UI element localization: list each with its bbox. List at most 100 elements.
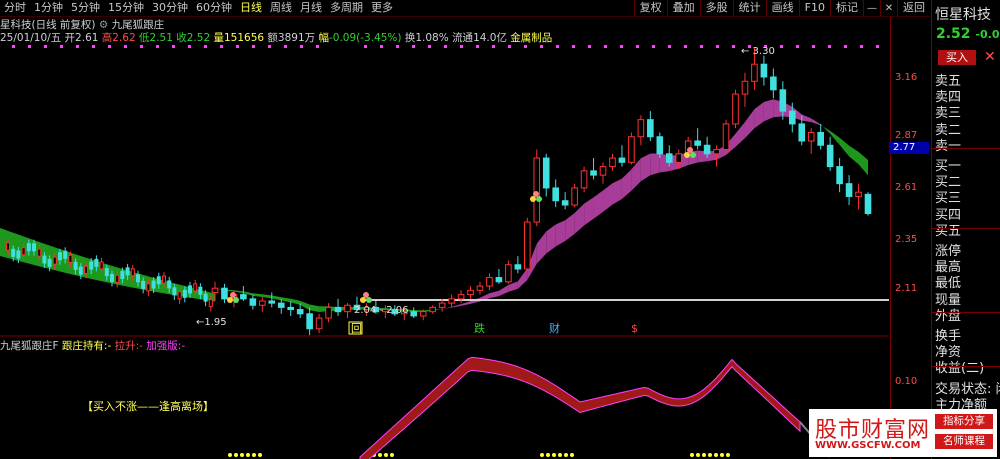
period-tab[interactable]: 30分钟 — [148, 0, 192, 16]
candle-body — [703, 144, 711, 155]
signal-dot — [572, 45, 575, 48]
indicator-info-line: 九尾狐跟庄F 跟庄持有:- 拉升:- 加强版:- — [0, 340, 186, 352]
candle-body — [306, 313, 313, 330]
signal-dot — [558, 453, 562, 457]
candle-body — [448, 298, 455, 304]
signal-dot — [860, 45, 863, 48]
toolbar-buttons: 复权 叠加 多股 统计 画线 F10 标记 — ✕ 返回 — [633, 0, 930, 16]
candle-body — [277, 302, 285, 308]
signal-dot — [12, 45, 15, 48]
candle-body — [665, 153, 673, 163]
candle-body — [637, 119, 645, 138]
candle-body — [47, 258, 52, 267]
signal-dot — [708, 453, 712, 457]
signal-dot — [220, 45, 223, 48]
signal-cluster-dot — [684, 152, 690, 158]
toolbar-button[interactable]: 多股 — [699, 0, 733, 16]
signal-dot — [636, 45, 639, 48]
period-tab[interactable]: 15分钟 — [104, 0, 148, 16]
signal-dot — [60, 45, 63, 48]
candle-body — [6, 242, 10, 251]
buy-button[interactable]: 买入 — [938, 50, 976, 65]
ma-ribbon-bullish — [451, 304, 462, 308]
toolbar-button[interactable]: 画线 — [765, 0, 799, 16]
signal-dot — [546, 453, 550, 457]
candle-body — [571, 187, 578, 206]
toolbar-button[interactable]: F10 — [798, 0, 830, 16]
candle-body — [476, 285, 484, 291]
signal-dot — [720, 453, 724, 457]
ma-ribbon-bullish — [744, 109, 755, 139]
candle-body — [172, 287, 177, 296]
return-button[interactable]: 返回 — [897, 0, 930, 16]
toolbar-button[interactable]: 叠加 — [666, 0, 700, 16]
candle-body — [618, 157, 626, 163]
candle-body — [599, 166, 607, 176]
candle-body — [177, 291, 182, 300]
period-tab[interactable]: 1分钟 — [30, 0, 67, 16]
candle-body — [457, 294, 465, 300]
event-marker: 跌 — [474, 321, 485, 335]
signal-dot — [714, 453, 718, 457]
candle-body — [722, 123, 730, 151]
candles — [6, 47, 872, 336]
signal-dot — [108, 45, 111, 48]
candle-body — [533, 157, 541, 223]
signal-cluster-dot — [687, 147, 693, 153]
candle-body — [120, 271, 125, 280]
period-tab[interactable]: 分时 — [0, 0, 30, 16]
candle-body — [198, 286, 203, 295]
close-icon[interactable]: ✕ — [984, 48, 1000, 66]
ma-ribbon-bearish — [309, 304, 320, 312]
candle-body — [146, 283, 151, 292]
candle-body — [26, 243, 31, 252]
candle-body — [115, 274, 120, 283]
ma-ribbon-bullish — [498, 284, 509, 297]
signal-dot — [732, 45, 735, 48]
signal-dot — [812, 45, 815, 48]
candle-body — [136, 274, 140, 283]
period-tab[interactable]: 更多 — [367, 0, 397, 16]
candle-body — [21, 247, 26, 256]
candle-body — [58, 252, 62, 261]
kline-chart[interactable]: ← 3.30 ←1.95 2.04 - 2.06 回 跌 财 $ 【买入不涨——逢高离场】 — [0, 17, 889, 459]
close-icon[interactable]: ✕ — [880, 0, 897, 16]
candle-body — [68, 254, 73, 263]
toolbar-button[interactable]: 标记 — [830, 0, 863, 16]
signal-dot — [124, 45, 127, 48]
ma-ribbon-bullish — [640, 153, 651, 182]
period-tab[interactable]: 5分钟 — [67, 0, 104, 16]
candle-body — [505, 264, 512, 283]
event-marker: 财 — [549, 321, 560, 335]
toolbar-button[interactable]: 统计 — [732, 0, 766, 16]
minimize-icon[interactable]: — — [863, 0, 880, 16]
signal-dot — [876, 45, 879, 48]
candle-body — [193, 283, 198, 292]
toolbar-button[interactable]: 复权 — [633, 0, 667, 16]
candle-body — [741, 80, 749, 95]
period-tab[interactable]: 月线 — [296, 0, 326, 16]
period-tab[interactable]: 日线 — [236, 0, 266, 16]
candle-body — [141, 280, 146, 289]
candle-body — [770, 76, 777, 91]
ma-ribbon-bearish — [262, 294, 272, 299]
candle-body — [104, 268, 109, 277]
signal-cluster-dot — [530, 196, 536, 202]
signal-cluster-dot — [366, 297, 372, 303]
candle-body — [156, 276, 161, 285]
high-price-label: ← 3.30 — [741, 46, 775, 57]
candle-body — [694, 140, 701, 146]
candle-body — [817, 131, 824, 146]
ma-ribbon-bearish — [290, 298, 301, 305]
candle-body — [798, 123, 806, 142]
candle-body — [37, 248, 42, 257]
ma-ribbon-bearish — [0, 228, 215, 302]
period-tab[interactable]: 60分钟 — [192, 0, 236, 16]
signal-dot — [76, 45, 79, 48]
site-watermark: 股市财富网 WWW.GSCFW.COM 指标分享 名师课程 — [809, 409, 997, 457]
period-tab[interactable]: 多周期 — [326, 0, 367, 16]
signal-dot — [364, 45, 367, 48]
signal-dot — [702, 453, 706, 457]
candle-body — [609, 157, 616, 168]
period-tab[interactable]: 周线 — [266, 0, 296, 16]
